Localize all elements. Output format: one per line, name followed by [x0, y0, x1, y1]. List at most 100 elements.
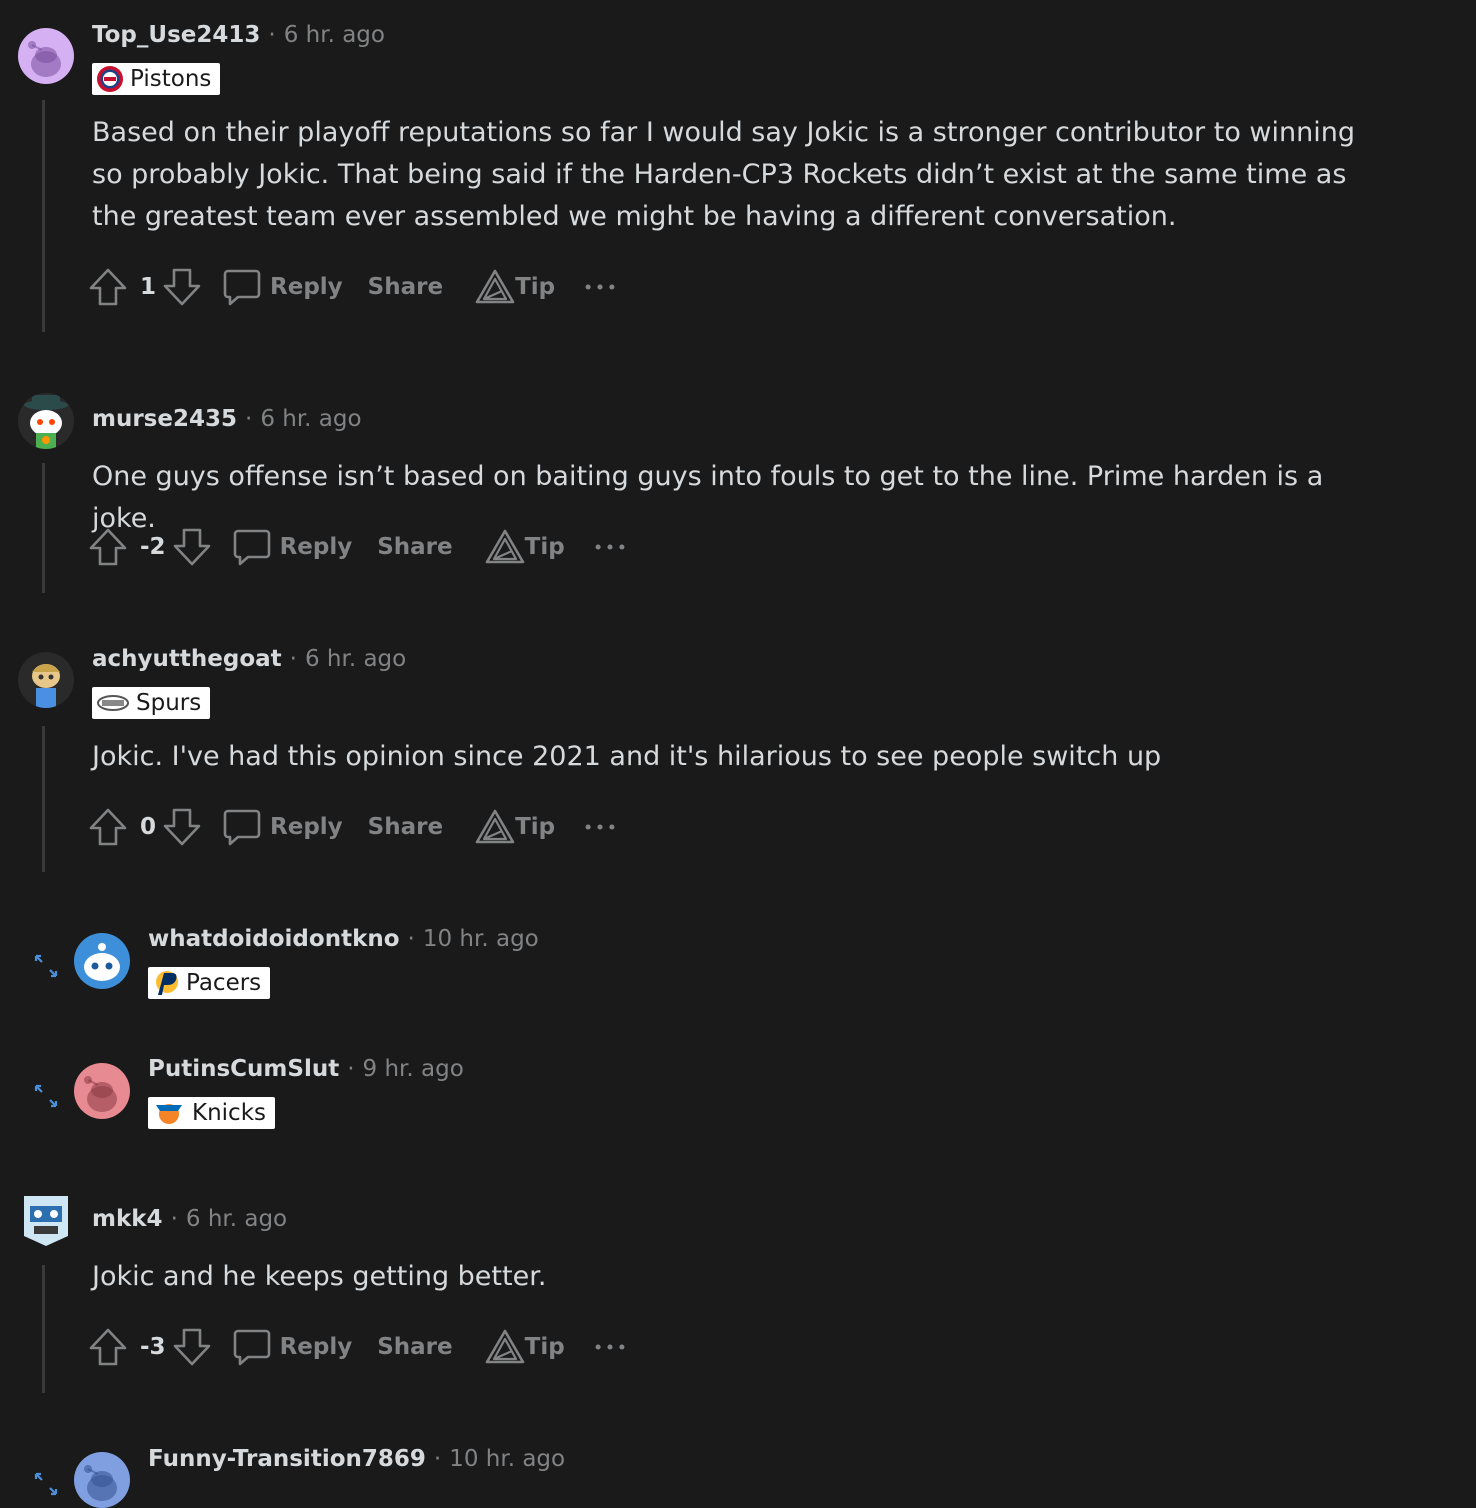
comment-bubble-icon	[222, 267, 262, 307]
timestamp[interactable]: 6 hr. ago	[186, 1206, 287, 1232]
flair-text: Spurs	[136, 690, 202, 716]
expand-icon[interactable]	[30, 1468, 62, 1500]
separator-dot: ·	[433, 1446, 442, 1472]
reply-label: Reply	[270, 814, 343, 840]
knicks-logo-icon	[152, 1099, 186, 1127]
expand-icon[interactable]	[30, 950, 62, 982]
reply-label: Reply	[279, 1334, 353, 1360]
user-flair: Knicks	[148, 1097, 275, 1129]
user-flair: Spurs	[92, 687, 211, 719]
username[interactable]: achyutthegoat	[92, 646, 282, 672]
pistons-logo-icon	[96, 65, 124, 93]
reply-button[interactable]: Reply	[232, 1327, 353, 1367]
comment-meta: PutinsCumSlut · 9 hr. ago	[148, 1056, 464, 1082]
username[interactable]: PutinsCumSlut	[148, 1056, 339, 1082]
thread-line[interactable]	[42, 726, 45, 872]
avatar[interactable]	[18, 28, 74, 84]
avatar[interactable]	[18, 652, 74, 708]
reply-button[interactable]: Reply	[222, 807, 343, 847]
tip-label: Tip	[524, 1334, 565, 1360]
timestamp[interactable]: 10 hr. ago	[449, 1446, 565, 1472]
timestamp[interactable]: 10 hr. ago	[423, 926, 539, 952]
separator-dot: ·	[289, 646, 297, 672]
pacers-logo-icon	[152, 969, 180, 997]
username[interactable]: Funny-Transition7869	[148, 1446, 426, 1472]
flair-text: Pistons	[130, 66, 212, 92]
separator-dot: ·	[245, 406, 253, 432]
share-button[interactable]: Share	[368, 274, 443, 300]
comment-actions: 1 Reply Share Tip	[88, 265, 617, 309]
comment-actions: 0 Reply Share Tip	[88, 805, 617, 849]
tip-button[interactable]: Tip	[485, 1327, 565, 1367]
reply-button[interactable]: Reply	[232, 527, 352, 567]
vote-score: 0	[140, 814, 157, 840]
share-button[interactable]: Share	[368, 814, 443, 840]
more-options-icon[interactable]	[593, 1337, 627, 1357]
tip-label: Tip	[515, 814, 556, 840]
tip-label: Tip	[524, 534, 565, 560]
comment-meta: whatdoidoidontkno · 10 hr. ago	[148, 926, 539, 952]
tip-icon	[475, 807, 515, 847]
tip-button[interactable]: Tip	[475, 807, 555, 847]
comment-meta: Top_Use2413 · 6 hr. ago	[92, 22, 385, 48]
username[interactable]: whatdoidoidontkno	[148, 926, 400, 952]
timestamp[interactable]: 6 hr. ago	[260, 406, 361, 432]
comment-meta: mkk4 · 6 hr. ago	[92, 1206, 287, 1232]
comment-meta: Funny-Transition7869 · 10 hr. ago	[148, 1446, 565, 1472]
separator-dot: ·	[347, 1056, 355, 1082]
share-button[interactable]: Share	[377, 1334, 452, 1360]
vote-score: -3	[140, 1334, 166, 1360]
thread-line[interactable]	[42, 463, 45, 593]
downvote-icon[interactable]	[162, 807, 202, 847]
separator-dot: ·	[268, 22, 276, 48]
downvote-icon[interactable]	[172, 527, 212, 567]
timestamp[interactable]: 9 hr. ago	[363, 1056, 464, 1082]
thread-line[interactable]	[42, 100, 45, 332]
comment-actions: -3 Reply Share Tip	[88, 1325, 627, 1369]
comment-bubble-icon	[232, 527, 272, 567]
tip-icon	[485, 1327, 525, 1367]
upvote-icon[interactable]	[88, 527, 128, 567]
more-options-icon[interactable]	[583, 277, 617, 297]
comment-meta: murse2435 · 6 hr. ago	[92, 406, 362, 432]
reply-label: Reply	[270, 274, 343, 300]
flair-text: Knicks	[192, 1100, 266, 1126]
vote-score: 1	[140, 274, 157, 300]
downvote-icon[interactable]	[162, 267, 202, 307]
username[interactable]: Top_Use2413	[92, 22, 260, 48]
separator-dot: ·	[170, 1206, 178, 1232]
username[interactable]: murse2435	[92, 406, 237, 432]
upvote-icon[interactable]	[88, 267, 128, 307]
tip-button[interactable]: Tip	[485, 527, 565, 567]
tip-icon	[475, 267, 515, 307]
comment-meta: achyutthegoat · 6 hr. ago	[92, 646, 406, 672]
reply-button[interactable]: Reply	[222, 267, 343, 307]
upvote-icon[interactable]	[88, 807, 128, 847]
avatar[interactable]	[74, 1452, 130, 1508]
flair-text: Pacers	[186, 970, 262, 996]
more-options-icon[interactable]	[593, 537, 627, 557]
avatar[interactable]	[18, 1190, 74, 1246]
share-button[interactable]: Share	[377, 534, 452, 560]
tip-button[interactable]: Tip	[475, 267, 555, 307]
expand-icon[interactable]	[30, 1080, 62, 1112]
separator-dot: ·	[407, 926, 415, 952]
tip-icon	[485, 527, 525, 567]
more-options-icon[interactable]	[583, 817, 617, 837]
timestamp[interactable]: 6 hr. ago	[305, 646, 406, 672]
avatar[interactable]	[74, 1063, 130, 1119]
username[interactable]: mkk4	[92, 1206, 163, 1232]
upvote-icon[interactable]	[88, 1327, 128, 1367]
avatar[interactable]	[18, 393, 74, 449]
comment-body: Based on their playoff reputations so fa…	[92, 117, 1355, 232]
timestamp[interactable]: 6 hr. ago	[284, 22, 385, 48]
comment-actions: -2 Reply Share Tip	[88, 525, 627, 569]
downvote-icon[interactable]	[172, 1327, 212, 1367]
comment-body: Jokic. I've had this opinion since 2021 …	[92, 741, 1162, 772]
thread-line[interactable]	[42, 1265, 45, 1393]
vote-score: -2	[140, 534, 166, 560]
avatar[interactable]	[74, 933, 130, 989]
tip-label: Tip	[515, 274, 556, 300]
comment-bubble-icon	[232, 1327, 272, 1367]
spurs-logo-icon	[96, 689, 130, 717]
